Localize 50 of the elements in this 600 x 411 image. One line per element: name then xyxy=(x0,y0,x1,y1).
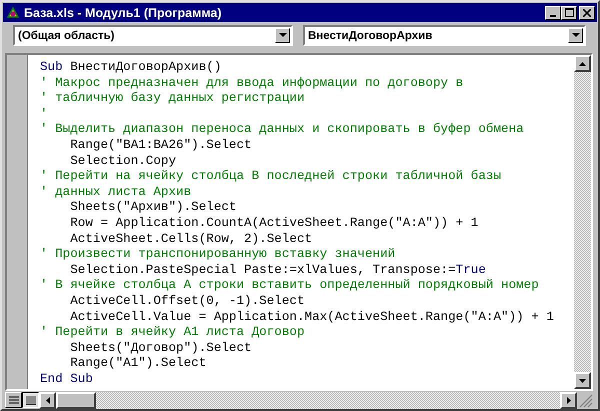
dropdown-arrow-icon xyxy=(572,33,580,38)
code-line: ' табличную базу данных регистрации xyxy=(40,91,305,106)
dropdown-arrow-icon xyxy=(278,33,286,38)
window-title: База.xls - Модуль1 (Программа) xyxy=(24,6,223,20)
code-line: Sheets("Архив").Select xyxy=(69,200,236,214)
scroll-down-button[interactable] xyxy=(574,372,591,389)
lines-icon xyxy=(26,396,36,404)
code-line: ActiveCell.Offset(0, -1).Select xyxy=(69,294,305,308)
scroll-up-button[interactable] xyxy=(574,55,591,72)
object-dropdown[interactable]: (Общая область) xyxy=(13,25,293,46)
right-arrow-icon xyxy=(566,396,570,404)
up-arrow-icon xyxy=(579,62,586,66)
maximize-icon xyxy=(564,8,574,16)
code-line: ActiveSheet.Cells(Row, 2).Select xyxy=(69,232,312,246)
left-arrow-icon xyxy=(46,396,50,404)
code-line: Selection.PasteSpecial Paste:=xlValues, Transpose:=True xyxy=(69,262,486,277)
minimize-icon xyxy=(550,14,556,16)
code-line: Sheets("Договор").Select xyxy=(69,340,252,355)
code-line: ' Перейти на ячейку столбца В последней строки табличной базы xyxy=(40,169,502,184)
maximize-button[interactable] xyxy=(561,6,577,20)
scroll-thumb[interactable] xyxy=(56,392,96,408)
code-line: ' Макрос предназначен для ввода информации по договору в xyxy=(40,76,464,90)
code-line: Selection.Copy xyxy=(69,154,176,168)
horizontal-scrollbar[interactable] xyxy=(39,392,577,408)
close-button[interactable] xyxy=(579,6,595,20)
code-line: Range("A1").Select xyxy=(69,356,206,370)
code-line: Range("BA1:BA26").Select xyxy=(69,138,252,152)
code-line: ActiveCell.Value = Application.Max(ActiveSheet.Range("A:A")) + 1 xyxy=(69,310,554,324)
code-area[interactable] xyxy=(28,55,574,389)
code-line: ' xyxy=(40,106,48,121)
scroll-left-button[interactable] xyxy=(39,392,56,408)
minimize-button[interactable] xyxy=(545,6,561,20)
code-line: ' данных листа Архив xyxy=(40,184,192,199)
resize-grip-icon[interactable] xyxy=(577,392,593,408)
code-line: ' В ячейке столбца А строки вставить определенный порядковый номер xyxy=(40,278,539,292)
close-icon xyxy=(583,8,591,16)
procedure-dropdown[interactable]: ВнестиДоговорАрхив xyxy=(303,25,586,46)
code-line: End Sub xyxy=(40,372,93,386)
procedure-view-button[interactable] xyxy=(5,392,22,408)
code-line: ' Произвести транспонированную вставку значений xyxy=(40,247,396,262)
vertical-scrollbar[interactable] xyxy=(574,55,591,389)
down-arrow-icon xyxy=(579,378,586,382)
scroll-right-button[interactable] xyxy=(560,392,577,408)
app-icon xyxy=(5,4,21,20)
lines-icon xyxy=(8,396,18,404)
code-line: ' Перейти в ячейку А1 листа Договор xyxy=(40,325,305,340)
code-line: Sub ВнестиДоговорАрхив() xyxy=(40,60,222,74)
code-line: ' Выделить диапазон переноса данных и скопировать в буфер обмена xyxy=(40,122,524,136)
module-view-button[interactable] xyxy=(22,392,39,408)
code-line: Row = Application.CountA(ActiveSheet.Range("A:A")) + 1 xyxy=(69,216,478,230)
